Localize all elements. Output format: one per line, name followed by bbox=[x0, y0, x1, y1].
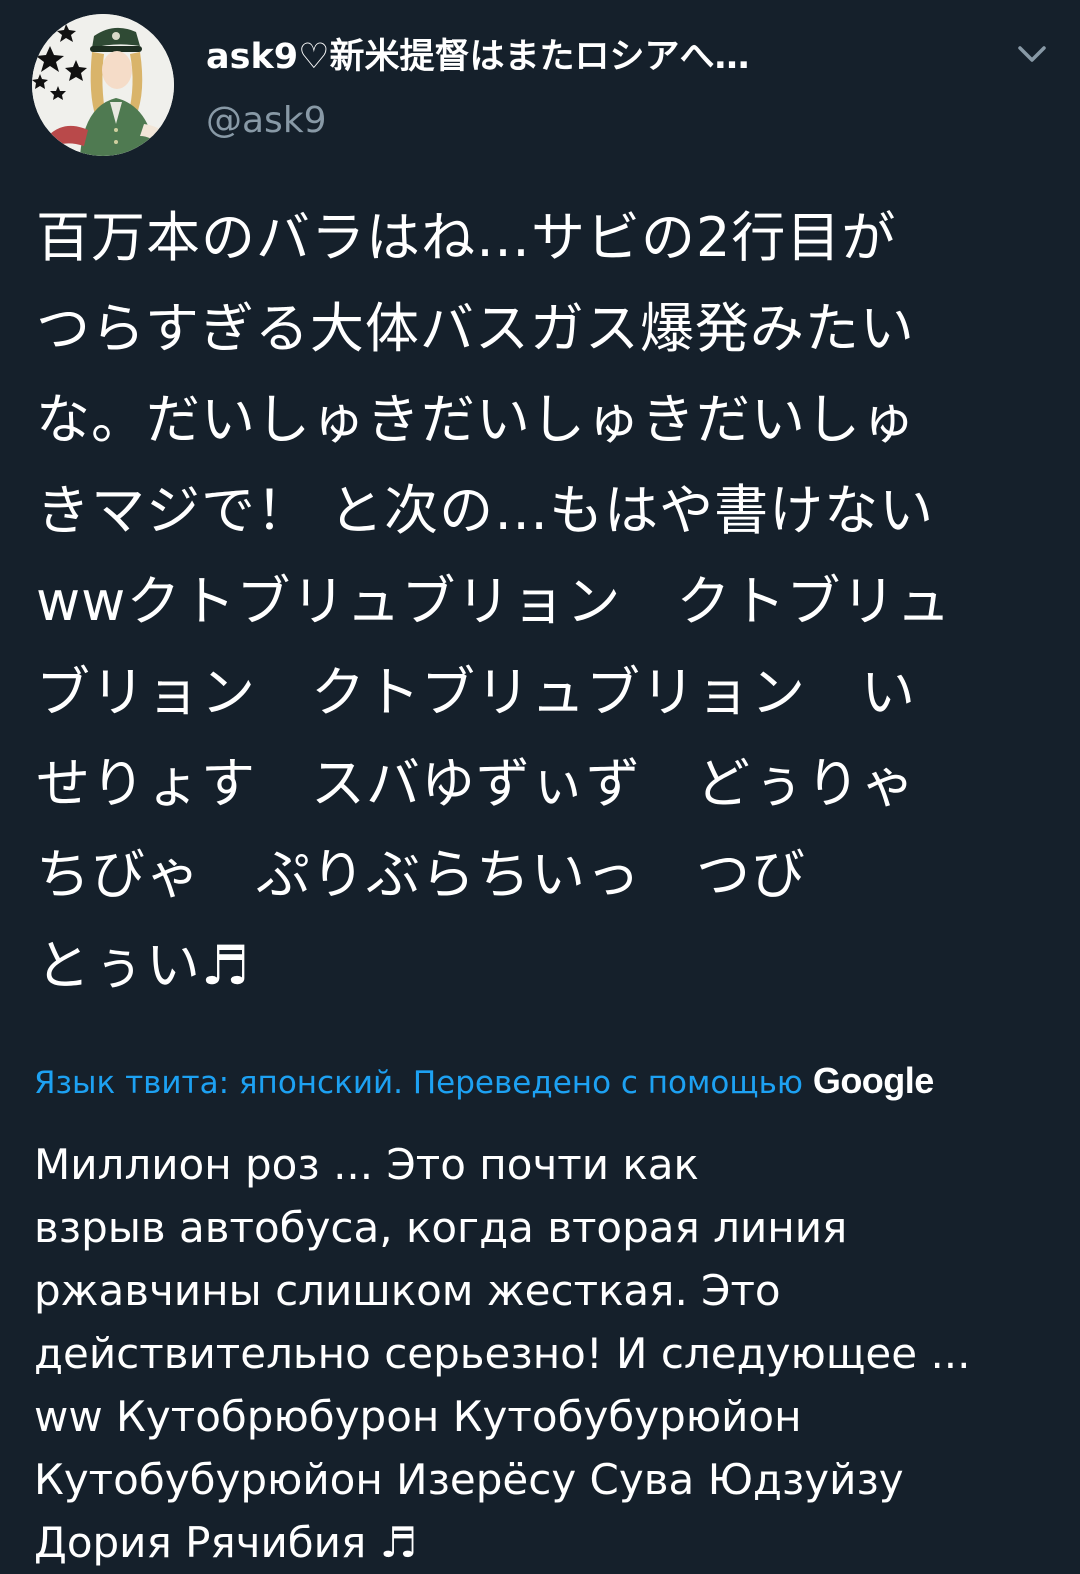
translated-text-line: Кутобубурюйон Изерёсу Сува Юдзуйзу bbox=[34, 1455, 904, 1504]
tweet-text: 百万本のバラはね…サビの2行目が つらすぎる大体バスガス爆発みたい な。だいしゅ… bbox=[36, 192, 1036, 1011]
tweet-text-line: 百万本のバラはね…サビの2行目が bbox=[36, 206, 897, 269]
avatar[interactable] bbox=[32, 14, 174, 156]
translation-attribution: Язык твита: японский. Переведено с помощ… bbox=[34, 1058, 934, 1106]
translated-text-line: ржавчины слишком жесткая. Это bbox=[34, 1266, 781, 1315]
translated-text-line: взрыв автобуса, когда вторая линия bbox=[34, 1203, 848, 1252]
display-name[interactable]: ask9♡新米提督はまたロシアへ… bbox=[206, 34, 749, 80]
tweet-text-line: wwクトブリュブリョン クトブリュ bbox=[36, 570, 952, 633]
avatar-illustration bbox=[32, 14, 174, 156]
tweet: ask9♡新米提督はまたロシアへ… @ask9 百万本のバラはね…サビの2行目が… bbox=[0, 0, 1080, 1570]
tweet-text-line: つらすぎる大体バスガス爆発みたい bbox=[36, 297, 915, 360]
google-logo: Google bbox=[812, 1060, 935, 1101]
user-handle[interactable]: @ask9 bbox=[206, 98, 327, 144]
tweet-menu-button[interactable] bbox=[1012, 36, 1052, 72]
tweet-text-line: とぅい♬ bbox=[36, 934, 251, 997]
translation-note-link[interactable]: Язык твита: японский. Переведено с помощ… bbox=[34, 1065, 813, 1101]
translated-text-line: Дория Рячибия ♬ bbox=[34, 1518, 418, 1567]
tweet-text-line: せりょす スバゆずぃず どぅりゃ bbox=[36, 752, 916, 815]
translated-text: Миллион роз ... Это почти как взрыв авто… bbox=[34, 1133, 1064, 1574]
tweet-text-line: きマジで！ と次の…もはや書けない bbox=[36, 479, 935, 542]
tweet-text-line: ブリョン クトブリュブリョン い bbox=[36, 661, 916, 724]
translated-text-line: ww Кутобрюбурон Кутобубурюйон bbox=[34, 1392, 802, 1441]
translated-text-line: Миллион роз ... Это почти как bbox=[34, 1140, 699, 1189]
translated-text-line: действительно серьезно! И следующее ... bbox=[34, 1329, 971, 1378]
chevron-down-icon bbox=[1018, 46, 1046, 62]
tweet-text-line: な。だいしゅきだいしゅきだいしゅ bbox=[36, 388, 916, 451]
tweet-text-line: ちびゃ ぷりぶらちいっ つび bbox=[36, 843, 806, 906]
